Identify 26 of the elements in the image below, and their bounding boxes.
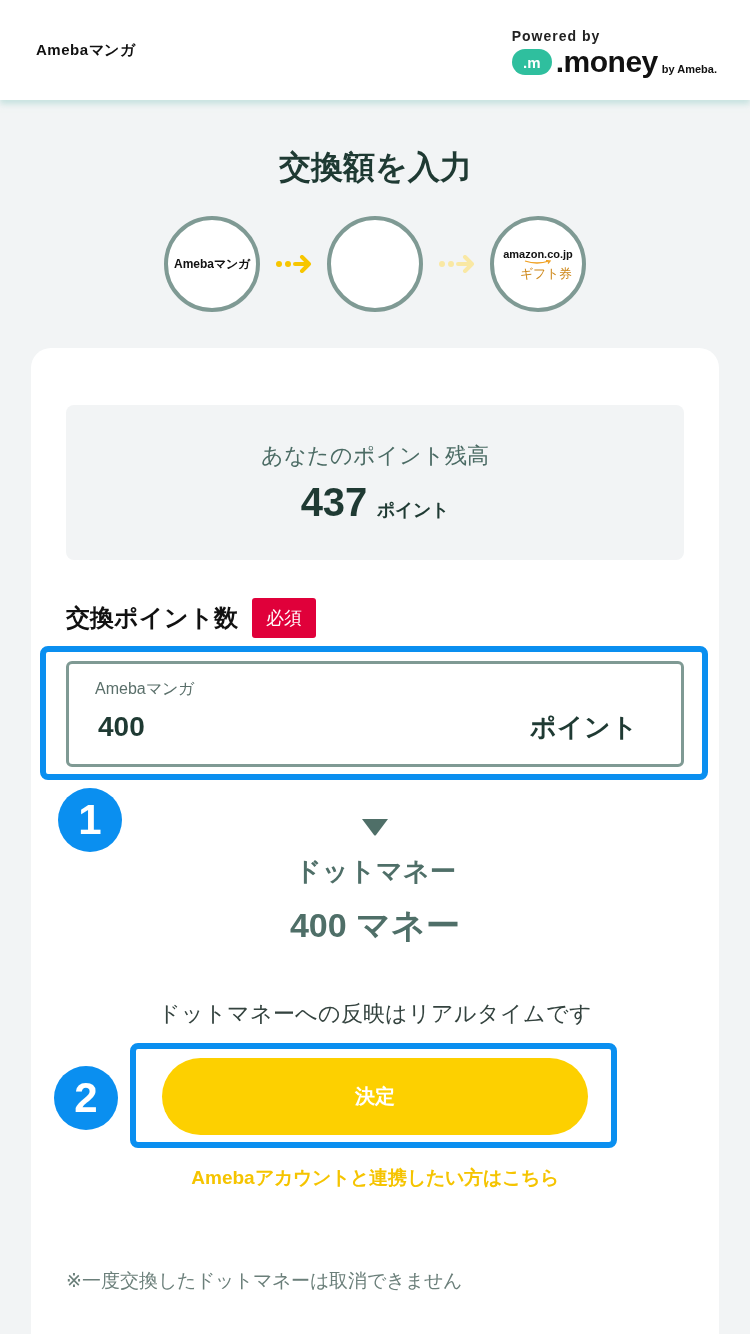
field-label: Amebaマンガ — [95, 679, 196, 699]
required-badge: 必須 — [252, 598, 316, 638]
by-ameba-text: by Ameba. — [661, 63, 717, 75]
realtime-notice: ドットマネーへの反映はリアルタイムです — [158, 1000, 592, 1028]
down-triangle-icon — [361, 818, 389, 836]
balance-unit: ポイント — [377, 498, 450, 522]
annotation-number: 1 — [58, 788, 122, 852]
cancel-footnote: ※一度交換したドットマネーは取消できません — [66, 1269, 463, 1293]
field-unit: ポイント — [530, 710, 638, 744]
page-title: 交換額を入力 — [278, 148, 472, 187]
points-input[interactable]: 400 — [95, 711, 295, 743]
money-logo-badge: .m — [511, 49, 552, 75]
gift-card-label: ギフト券 — [520, 265, 572, 281]
smile-arrow-icon — [523, 259, 553, 265]
manga-logo: Amebaマンガ — [174, 255, 250, 273]
conversion-label: ドットマネー — [294, 855, 456, 888]
balance-label: あなたのポイント残高 — [261, 441, 489, 470]
amazon-logo: amazon.co.jp — [503, 247, 573, 260]
money-logo-text: .money — [555, 46, 658, 78]
annotation-number: 2 — [54, 1066, 118, 1130]
points-field[interactable]: Amebaマンガ 400 ポイント — [66, 661, 684, 767]
powered-by-text: Powered by — [511, 28, 601, 44]
balance-value: 437 — [300, 478, 368, 525]
conversion-amount: 400 マネー — [289, 905, 461, 946]
exchange-points-label: 交換ポイント数 — [66, 603, 238, 633]
manga-logo[interactable]: Amebaマンガ — [36, 40, 136, 60]
